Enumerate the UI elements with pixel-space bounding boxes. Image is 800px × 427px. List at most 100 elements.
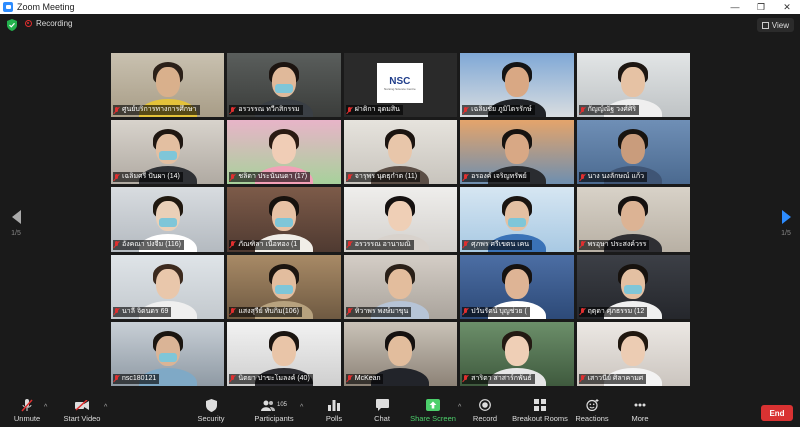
participant-tile[interactable]: ทิวาพร พงษ์มาขุน [343,254,458,319]
participant-tile[interactable]: ศุภพร ศรีเขตน เคน [460,187,574,252]
close-button[interactable]: ✕ [774,0,800,14]
share-options-caret[interactable]: ^ [458,404,461,411]
mic-muted-icon [580,308,586,315]
view-button[interactable]: View [756,18,794,32]
participant-nameplate: ฤตุดา ศุภธรรม (12 [578,306,648,317]
participant-face [388,335,413,366]
participant-tile[interactable]: ภัณฑิลา เนื้อทอง (1 [227,187,341,252]
participant-tile[interactable]: อังคณา ปงจีม (116) [111,187,225,252]
mic-muted-icon [463,173,469,181]
audio-options-caret[interactable]: ^ [44,404,47,411]
participant-name: McKean [354,374,381,382]
breakout-rooms-label: Breakout Rooms [512,414,568,423]
polls-button[interactable]: Polls [322,395,346,427]
participant-tile[interactable]: นิตยา ปาขะโมลงค์ (40) [227,321,341,386]
participant-face [621,335,646,366]
participant-tile[interactable]: แสงสุรีย์ ทับกิม(106) [227,254,341,319]
participant-tile[interactable]: นาลี จิตนดร 69 [111,254,225,319]
face-mask [158,218,177,228]
participant-name: อรวรรณ อานามณิ [354,240,411,248]
face-mask [275,285,294,295]
unmute-button[interactable]: Unmute [12,395,42,427]
participant-nameplate: ศุภพร ศรีเขตน เคน [462,239,533,250]
participant-tile[interactable]: เฉลิมศรี ปันผา (14) [111,120,225,185]
reactions-button[interactable]: Reactions [575,395,609,427]
participant-tile[interactable]: ชลิดา ประนันนดา (17) [227,120,341,185]
reactions-label: Reactions [575,414,609,423]
participant-tile[interactable]: สาริตา สาสาร์กพันธ์ [460,321,574,386]
participant-tile[interactable]: เฉลิมชัย ภูมิไตรรักษ์ [460,53,574,118]
recording-indicator[interactable]: Recording [25,19,72,28]
participant-tile[interactable]: อรองค์ เจริญทรัพย์ [460,120,574,185]
participant-nameplate: ปวันรัตน์ บุญช่วย ( [462,306,530,317]
share-screen-button[interactable]: Share Screen [410,395,456,427]
participant-nameplate: นาง นงลักษณ์ แก้ว [578,172,648,183]
security-button[interactable]: Security [196,395,226,427]
participant-name: อังคณา ปงจีม (116) [122,240,182,248]
participant-name: ศูนย์บริการทางการศึกษา [122,106,197,114]
chevron-left-icon [11,210,21,224]
end-meeting-button[interactable]: End [761,405,793,421]
participant-tile[interactable]: นาง นงลักษณ์ แก้ว [576,120,690,185]
participant-name: นิตยา ปาขะโมลงค์ (40) [238,374,310,382]
restore-button[interactable]: ❐ [748,0,774,14]
meeting-toolbar: Unmute ^ Start Video ^ Security 105 Part… [0,395,800,427]
participant-name: ภัณฑิลา เนื้อทอง (1 [238,240,298,248]
page-indicator-right: 1/5 [781,230,791,237]
mic-muted-icon [580,106,586,114]
participant-tile[interactable]: nsc180121 [111,321,225,386]
participant-tile[interactable]: กัญญ์ณัฐ วงศ์ศิริ [576,53,690,118]
meeting-top-bar: Recording View [0,14,800,36]
nsc-logo: NSC Nursing Science Centre [376,63,423,103]
recording-label: Recording [36,19,73,28]
previous-page-button[interactable]: 1/5 [6,210,26,237]
face-mask [275,83,294,93]
participant-tile[interactable]: จารุพร นุตธุกำ๊ต (11) [343,120,458,185]
next-page-button[interactable]: 1/5 [776,210,796,237]
participant-nameplate: nsc180121 [113,373,160,384]
participant-nameplate: McKean [345,373,384,384]
participant-tile[interactable]: พรอุษา ประสงค์วรร [576,187,690,252]
participant-tile[interactable]: อรวรรณ อานามณิ [343,187,458,252]
participants-options-caret[interactable]: ^ [300,404,303,411]
participant-tile[interactable]: NSC Nursing Science Centre ฝาติกา อุดมสิน [343,53,458,118]
participant-tile[interactable]: ศูนย์บริการทางการศึกษา [111,53,225,118]
participants-button[interactable]: 105 Participants [253,395,295,427]
participant-name: nsc180121 [122,374,157,382]
video-gallery: ศูนย์บริการทางการศึกษา อรวรรณ ทวีกสิกรรม N… [111,53,690,386]
participant-name: อรวรรณ ทวีกสิกรรม [238,106,300,114]
participant-name: ศุภพร ศรีเขตน เคน [471,240,530,248]
breakout-rooms-button[interactable]: Breakout Rooms [512,395,568,427]
participant-tile[interactable]: อรวรรณ ทวีกสิกรรม [227,53,341,118]
participant-nameplate: อรวรรณ อานามณิ [345,239,414,250]
chat-button[interactable]: Chat [370,395,394,427]
shield-check-icon[interactable] [7,19,17,31]
participant-name: ปวันรัตน์ บุญช่วย ( [471,307,527,315]
participant-tile[interactable]: ฤตุดา ศุภธรรม (12 [576,254,690,319]
chat-bubble-icon [375,399,389,411]
participant-nameplate: เสาวนีย์ ศิลาคามศ [578,373,647,384]
participant-tile[interactable]: เสาวนีย์ ศิลาคามศ [576,321,690,386]
smiley-plus-icon [585,399,599,411]
participant-name: นาง นงลักษณ์ แก้ว [587,173,645,181]
nsc-logo-text: NSC [389,75,411,87]
mic-muted-icon [463,308,469,315]
mic-muted-icon [463,375,469,382]
mic-muted-icon [347,241,353,248]
participant-nameplate: ภัณฑิลา เนื้อทอง (1 [229,239,301,250]
minimize-button[interactable]: — [722,0,748,14]
participant-name: ทิวาพร พงษ์มาขุน [354,307,409,315]
participant-tile[interactable]: ปวันรัตน์ บุญช่วย ( [460,254,574,319]
more-button[interactable]: More [628,395,652,427]
view-label: View [771,20,789,30]
record-dot-icon [25,20,32,27]
mic-muted-icon [230,106,236,114]
record-button[interactable]: Record [472,395,498,427]
participant-face [621,268,646,299]
start-video-button[interactable]: Start Video [62,395,102,427]
mic-muted-icon [230,173,236,181]
video-options-caret[interactable]: ^ [104,404,107,411]
participant-name: สาริตา สาสาร์กพันธ์ [471,374,532,382]
participant-face [155,268,180,299]
participant-tile[interactable]: McKean [343,321,458,386]
